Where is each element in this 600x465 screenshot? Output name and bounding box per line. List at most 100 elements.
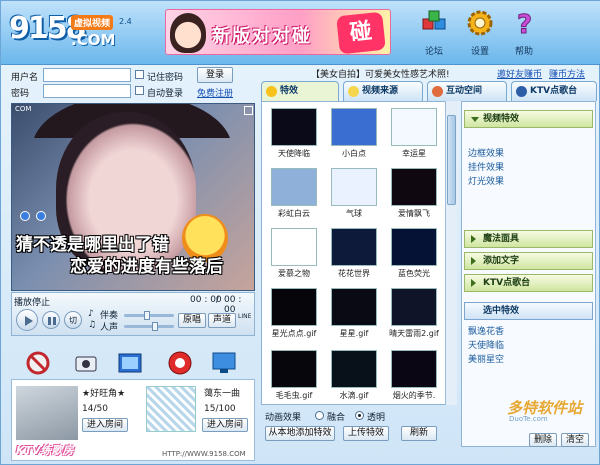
voice-slider-knob[interactable] xyxy=(152,322,158,331)
effect-category-panel: 视频特效 边框效果 挂件效果 灯光效果 魔法面具 添加文字 KTV点歌台 选中特… xyxy=(461,101,596,447)
forum-button[interactable]: 论坛 xyxy=(411,9,457,57)
effect-item[interactable]: 毛毛虫.gif xyxy=(268,350,320,404)
selected-effect-item[interactable]: 天使降临 xyxy=(468,338,504,351)
effect-category-item[interactable]: 挂件效果 xyxy=(468,160,504,173)
upload-effect-button[interactable]: 上传特效 xyxy=(343,426,389,441)
effect-thumbnail xyxy=(271,168,317,206)
transparent-radio[interactable] xyxy=(355,411,364,420)
interactive-space-icon xyxy=(432,86,443,97)
cut-button[interactable]: 切 xyxy=(64,311,82,329)
fullscreen-icon[interactable] xyxy=(244,106,253,115)
selected-effect-item[interactable]: 飘逸花香 xyxy=(468,324,504,337)
banner-burst: 碰 xyxy=(336,11,386,54)
tab-interactive-space[interactable]: 互动空间 xyxy=(427,81,507,101)
site-url: HTTP://WWW.9158.COM xyxy=(162,450,246,458)
effect-name: 烟火的季节. xyxy=(392,391,436,400)
effect-category-item[interactable]: 灯光效果 xyxy=(468,174,504,187)
effect-item[interactable]: 星光点点.gif xyxy=(268,288,320,342)
tab-ktv[interactable]: KTV点歌台 xyxy=(511,81,597,101)
chevron-down-icon xyxy=(471,117,479,122)
play-icon xyxy=(25,316,33,326)
effect-item[interactable]: 花花世界 xyxy=(328,228,380,282)
accompany-slider-knob[interactable] xyxy=(144,311,150,320)
effect-item[interactable]: 蓝色荧光 xyxy=(388,228,440,282)
channel-button[interactable]: 声道 xyxy=(208,313,236,328)
magic-mask-label: 魔法面具 xyxy=(483,234,520,244)
original-vocal-button[interactable]: 原唱 xyxy=(178,313,206,328)
login-button[interactable]: 登录 xyxy=(197,67,233,83)
screen-capture-icon[interactable] xyxy=(117,350,143,376)
register-link[interactable]: 免费注册 xyxy=(197,86,233,99)
room-avatar-2[interactable] xyxy=(146,386,196,432)
username-input[interactable] xyxy=(43,68,131,82)
add-text-header[interactable]: 添加文字 xyxy=(464,252,593,270)
line-label: LINE xyxy=(238,313,252,320)
effect-thumbnail xyxy=(391,350,437,388)
video-dot-right xyxy=(36,211,46,221)
monitor-icon[interactable] xyxy=(211,350,237,376)
voice-slider[interactable] xyxy=(124,325,174,328)
pause-button[interactable] xyxy=(42,311,60,329)
no-record-icon[interactable] xyxy=(25,350,51,376)
magic-mask-header[interactable]: 魔法面具 xyxy=(464,230,593,248)
remember-password-checkbox[interactable] xyxy=(135,70,144,79)
selected-effect-item[interactable]: 美丽星空 xyxy=(468,352,504,365)
effect-item[interactable]: 星星.gif xyxy=(328,288,380,342)
tab-interactive-space-label: 互动空间 xyxy=(446,86,483,96)
playback-status: 播放停止 xyxy=(14,298,51,308)
ktv-header[interactable]: KTV点歌台 xyxy=(464,274,593,292)
notice-text[interactable]: 【美女自拍】可爱美女性感艺术照! xyxy=(311,67,450,80)
effect-item[interactable]: 气球 xyxy=(328,168,380,222)
gear-icon xyxy=(467,10,493,36)
merge-radio[interactable] xyxy=(315,411,324,420)
camera-icon[interactable] xyxy=(73,350,99,376)
video-effects-header[interactable]: 视频特效 xyxy=(464,110,593,128)
help-button[interactable]: ? 帮助 xyxy=(501,9,547,58)
animation-effect-label: 动画效果 xyxy=(265,413,302,423)
delete-button[interactable]: 删除 xyxy=(529,433,557,447)
invite-friends-link[interactable]: 邀好友赚币 xyxy=(497,67,542,80)
add-text-label: 添加文字 xyxy=(483,256,520,266)
effects-scrollbar-thumb[interactable] xyxy=(447,115,456,205)
ktv-room-logo[interactable]: KTV练歌房 xyxy=(16,442,74,458)
function-icons-row xyxy=(11,346,255,378)
enter-room-button-2[interactable]: 进入房间 xyxy=(202,418,248,432)
tab-effects[interactable]: 特效 xyxy=(261,81,339,101)
room-list: ★好旺角★ 14/50 进入房间 蔼东一曲 15/100 进入房间 KTV练歌房… xyxy=(11,379,255,461)
auto-login-checkbox[interactable] xyxy=(135,86,144,95)
tab-video-source[interactable]: 视频来源 xyxy=(343,81,423,101)
effect-category-item[interactable]: 边框效果 xyxy=(468,146,504,159)
effect-item[interactable]: 幸运星 xyxy=(388,108,440,162)
clear-button[interactable]: 清空 xyxy=(561,433,589,447)
effect-item[interactable]: 水滴.gif xyxy=(328,350,380,404)
record-icon[interactable] xyxy=(167,350,193,376)
selected-effects-label: 选中特效 xyxy=(483,306,520,316)
enter-room-button-1[interactable]: 进入房间 xyxy=(82,418,128,432)
effect-item[interactable]: 爱情飘飞 xyxy=(388,168,440,222)
room-avatar-1[interactable] xyxy=(16,386,78,440)
effect-thumbnail xyxy=(271,108,317,146)
effect-item[interactable]: 晴天雷雨2.gif xyxy=(388,288,440,342)
player-bar: 播放停止 00 : 00 / 00 : 00 切 ♪ 伴奏 ♫ 人声 原唱 声道… xyxy=(11,292,255,336)
effect-name: 爱情飘飞 xyxy=(398,209,430,218)
effect-name: 水滴.gif xyxy=(339,391,369,400)
effect-item[interactable]: 天使降临 xyxy=(268,108,320,162)
effect-item[interactable]: 爱慕之物 xyxy=(268,228,320,282)
effect-item[interactable]: 彩虹白云 xyxy=(268,168,320,222)
ad-banner[interactable]: 新版对对碰 碰 xyxy=(165,9,391,55)
play-button[interactable] xyxy=(16,309,38,331)
add-local-effect-button[interactable]: 从本地添加特效 xyxy=(265,426,335,441)
settings-button[interactable]: 设置 xyxy=(457,9,503,57)
refresh-button[interactable]: 刷新 xyxy=(401,426,437,441)
effect-thumbnail xyxy=(271,288,317,326)
video-preview[interactable]: COM 猜不透是哪里出了错 恋爱的进度有些落后 xyxy=(11,103,255,291)
chevron-right-icon xyxy=(471,279,476,287)
effect-item[interactable]: 烟火的季节. xyxy=(388,350,440,404)
earn-coins-link[interactable]: 赚币方法 xyxy=(549,67,585,80)
effects-scrollbar[interactable] xyxy=(445,101,457,405)
password-input[interactable] xyxy=(43,84,131,98)
room-name-2: 蔼东一曲 xyxy=(204,389,241,399)
effect-thumbnail xyxy=(391,288,437,326)
effect-item[interactable]: 小白点 xyxy=(328,108,380,162)
logo: 9158 虚拟视频 2.4 .COM xyxy=(9,7,149,55)
